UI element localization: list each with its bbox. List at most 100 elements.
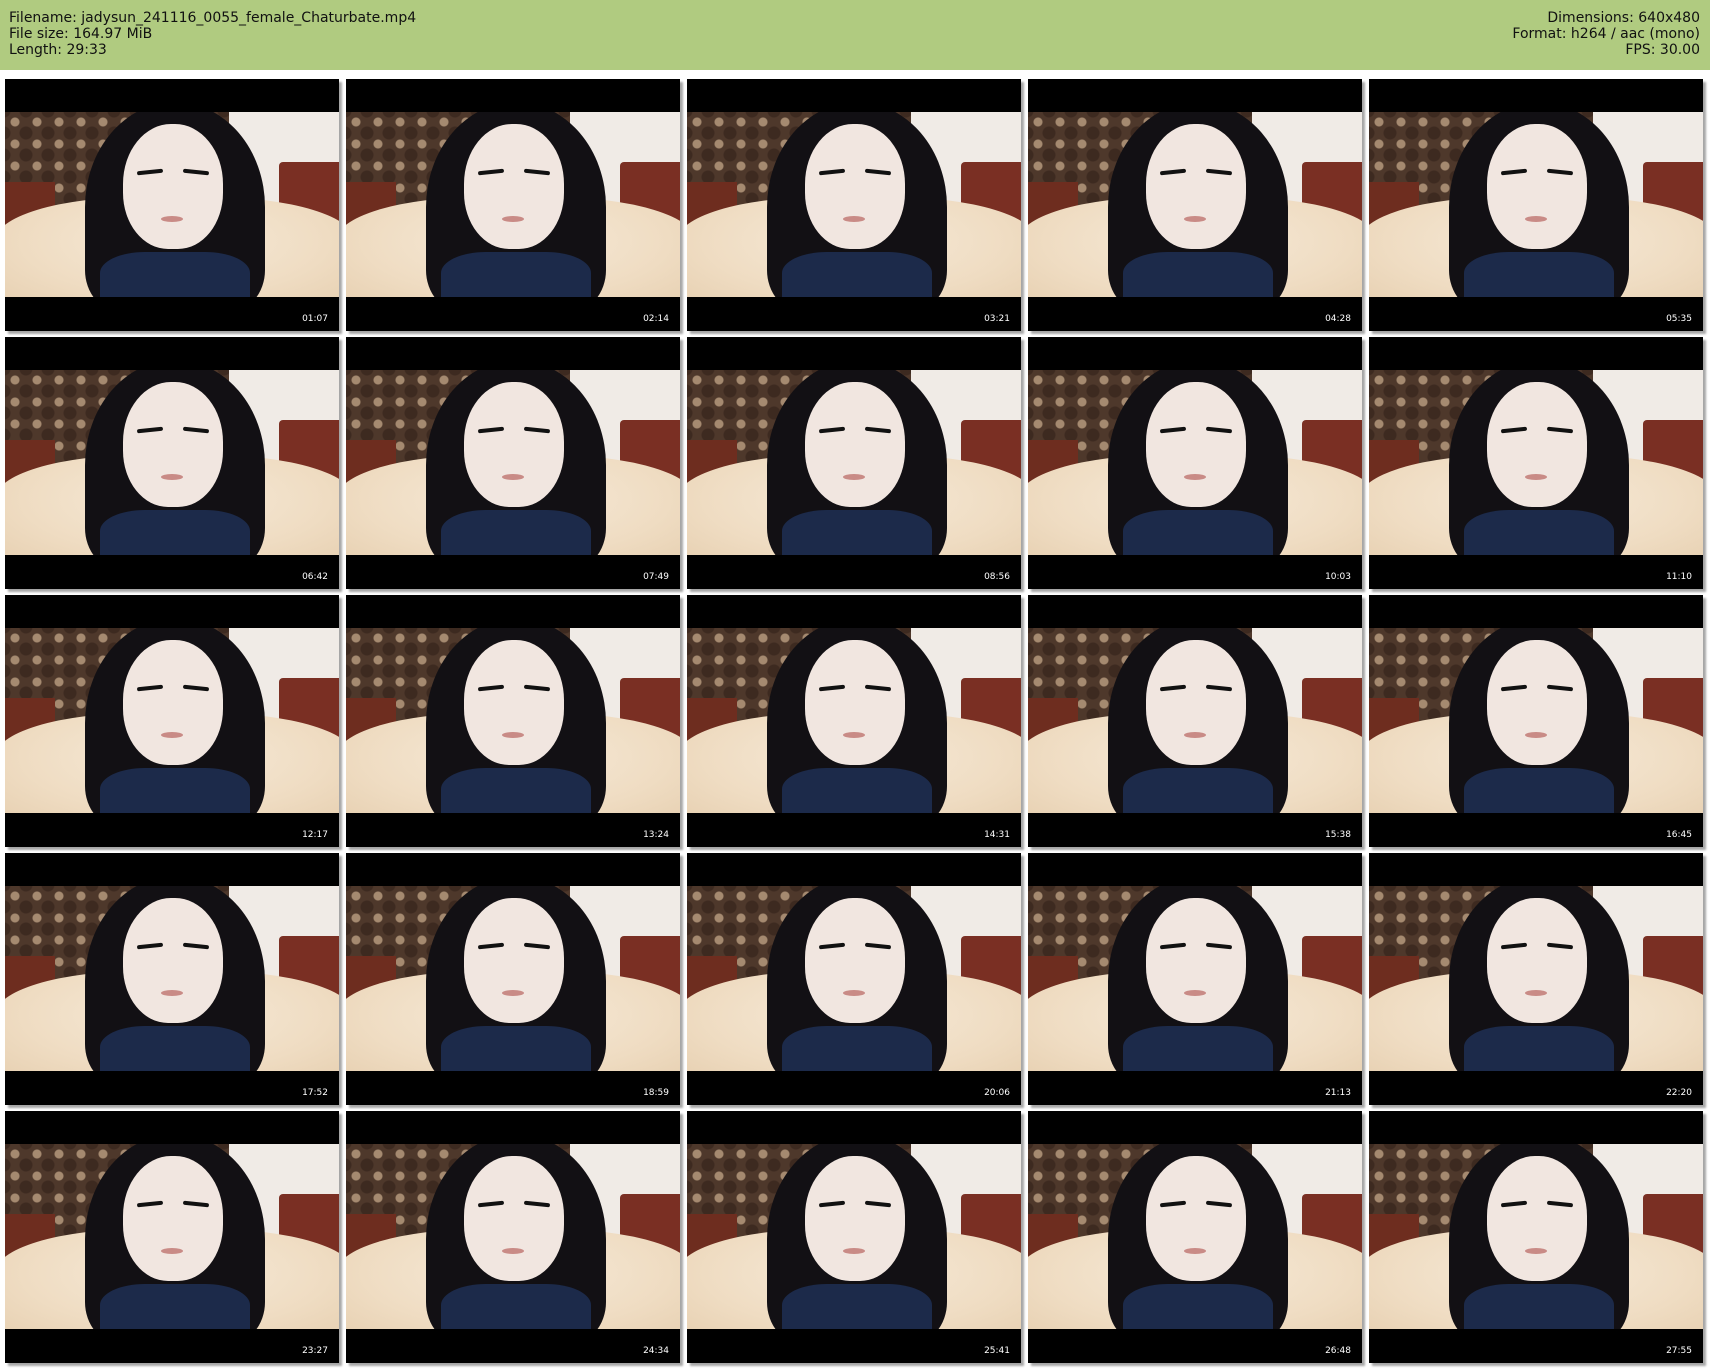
eye [1546,1200,1574,1208]
eye [477,1200,505,1208]
info-header: Filename: jadysun_241116_0055_female_Cha… [0,0,1710,70]
top [100,768,250,813]
thumbnail: 02:14 [346,79,680,331]
timestamp: 16:45 [1666,830,1692,840]
top [1123,252,1273,297]
face [1146,640,1246,765]
video-frame [1369,1144,1703,1329]
video-frame [1028,628,1362,813]
top [441,510,591,555]
face [464,1156,564,1281]
video-frame [346,628,680,813]
eye [818,1200,846,1208]
top [100,510,250,555]
face [123,898,223,1023]
thumbnail: 20:06 [687,853,1021,1105]
lips [502,1248,524,1254]
thumbnail: 08:56 [687,337,1021,589]
timestamp: 02:14 [643,314,669,324]
lips [843,990,865,996]
lips [1184,216,1206,222]
thumbnail: 18:59 [346,853,680,1105]
eye [477,426,505,434]
top [441,252,591,297]
face [464,382,564,507]
top [782,1026,932,1071]
lips [502,474,524,480]
eye [1546,684,1574,692]
video-frame [1028,1144,1362,1329]
lips [1525,990,1547,996]
video-frame [5,628,339,813]
thumbnail: 05:35 [1369,79,1703,331]
top [782,510,932,555]
timestamp: 06:42 [302,572,328,582]
video-frame [687,370,1021,555]
eye [182,1200,210,1208]
lips [1184,990,1206,996]
timestamp: 25:41 [984,1346,1010,1356]
timestamp: 11:10 [1666,572,1692,582]
timestamp: 13:24 [643,830,669,840]
lips [1525,216,1547,222]
thumbnail: 10:03 [1028,337,1362,589]
video-frame [687,112,1021,297]
top [441,768,591,813]
lips [161,216,183,222]
eye [818,942,846,950]
video-frame [5,1144,339,1329]
top [1123,510,1273,555]
thumbnail: 04:28 [1028,79,1362,331]
timestamp: 08:56 [984,572,1010,582]
top [1464,1284,1614,1329]
eye [864,942,892,950]
eye [477,168,505,176]
video-frame [1369,628,1703,813]
timestamp: 22:20 [1666,1088,1692,1098]
lips [1525,1248,1547,1254]
face [1146,382,1246,507]
file-info: Filename: jadysun_241116_0055_female_Cha… [9,10,416,58]
timestamp: 10:03 [1325,572,1351,582]
thumbnail: 17:52 [5,853,339,1105]
top [1123,1284,1273,1329]
lips [1184,732,1206,738]
face [464,640,564,765]
lips [843,474,865,480]
eye [818,684,846,692]
face [1146,898,1246,1023]
timestamp: 27:55 [1666,1346,1692,1356]
eye [1500,942,1528,950]
face [464,124,564,249]
thumbnail: 21:13 [1028,853,1362,1105]
lips [502,216,524,222]
eye [182,426,210,434]
media-info: Dimensions: 640x480 Format: h264 / aac (… [1512,10,1700,58]
timestamp: 24:34 [643,1346,669,1356]
eye [818,168,846,176]
lips [161,474,183,480]
eye [523,426,551,434]
eye [523,168,551,176]
top [1123,1026,1273,1071]
face [1146,124,1246,249]
eye [477,684,505,692]
video-frame [346,112,680,297]
video-frame [5,370,339,555]
thumbnail: 26:48 [1028,1111,1362,1363]
timestamp: 12:17 [302,830,328,840]
eye [1205,684,1233,692]
eye [1159,168,1187,176]
face [1487,1156,1587,1281]
eye [523,684,551,692]
video-frame [687,886,1021,1071]
face [1487,640,1587,765]
video-frame [1369,112,1703,297]
face [805,382,905,507]
video-frame [1369,370,1703,555]
timestamp: 04:28 [1325,314,1351,324]
eye [864,426,892,434]
thumbnail: 14:31 [687,595,1021,847]
timestamp: 20:06 [984,1088,1010,1098]
video-frame [687,1144,1021,1329]
